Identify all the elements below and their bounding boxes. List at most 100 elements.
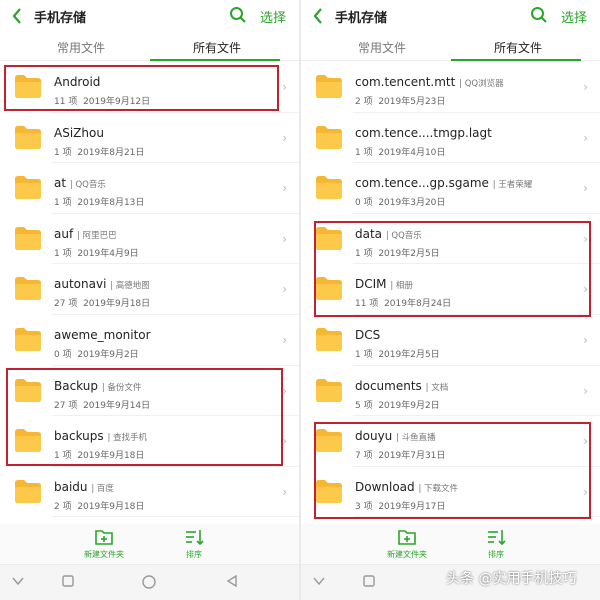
folder-row[interactable]: DCS 1 项 2019年2月5日 ›: [301, 315, 600, 366]
folder-tag: | 斗鱼直播: [396, 433, 436, 444]
tab-bar: 常用文件 所有文件: [301, 33, 600, 61]
folder-name: backups: [54, 429, 104, 444]
nav-down-icon[interactable]: [12, 575, 24, 587]
folder-row[interactable]: at | QQ音乐 1 项 2019年8月13日 ›: [0, 163, 299, 214]
folder-tag: | QQ音乐: [69, 180, 106, 191]
folder-row[interactable]: autonavi | 高德地图 27 项 2019年9月18日 ›: [0, 264, 299, 315]
folder-date: 2019年9月14日: [83, 400, 151, 411]
folder-row[interactable]: Android 11 项 2019年9月12日 ›: [0, 62, 299, 113]
chevron-right-icon: ›: [282, 181, 287, 196]
folder-row[interactable]: Backup | 备份文件 27 项 2019年9月14日 ›: [0, 366, 299, 417]
chevron-right-icon: ›: [583, 130, 588, 145]
folder-name: DCIM: [355, 277, 387, 292]
folder-icon: [15, 429, 41, 453]
folder-meta: 27 项 2019年9月14日: [54, 398, 150, 411]
folder-meta: 11 项 2019年9月12日: [54, 94, 150, 107]
folder-name: Backup: [54, 378, 98, 393]
folder-name: DCS: [355, 327, 381, 342]
chevron-right-icon: ›: [583, 332, 588, 347]
chevron-right-icon: ›: [583, 282, 588, 297]
folder-name-line: autonavi | 高德地图: [54, 277, 150, 291]
folder-date: 2019年9月2日: [378, 400, 440, 411]
folder-row[interactable]: auf | 阿里巴巴 1 项 2019年4月9日 ›: [0, 214, 299, 265]
folder-row[interactable]: backups | 查找手机 1 项 2019年9月18日 ›: [0, 416, 299, 467]
folder-date: 2019年9月18日: [77, 451, 145, 462]
folder-name-line: aweme_monitor: [54, 328, 151, 342]
folder-date: 2019年4月9日: [77, 248, 139, 259]
folder-count: 11 项: [54, 97, 78, 107]
sort-button[interactable]: 排序: [164, 528, 224, 560]
sort-label: 排序: [488, 550, 504, 559]
watermark-text: 头条 @实用手机技巧: [446, 571, 577, 587]
folder-count: 1 项: [54, 147, 72, 158]
back-arrow-icon[interactable]: [10, 6, 24, 26]
search-icon[interactable]: [229, 6, 247, 24]
folder-meta: 7 项 2019年7月31日: [355, 448, 445, 461]
folder-icon: [316, 226, 342, 250]
folder-row[interactable]: com.tence...gp.sgame | 王者荣耀 0 项 2019年3月20…: [301, 163, 600, 214]
folder-date: 2019年8月13日: [77, 198, 145, 209]
folder-date: 2019年9月18日: [77, 501, 145, 512]
new-folder-button[interactable]: 新建文件夹: [74, 528, 134, 560]
folder-row[interactable]: com.tencent.mtt | QQ浏览器 2 项 2019年5月23日 ›: [301, 62, 600, 113]
select-button[interactable]: 选择: [561, 7, 587, 26]
folder-name-line: auf | 阿里巴巴: [54, 227, 117, 241]
folder-row[interactable]: documents | 文档 5 项 2019年9月2日 ›: [301, 366, 600, 417]
nav-recents-icon[interactable]: [363, 575, 375, 587]
tab-all-files[interactable]: 所有文件: [193, 39, 241, 56]
folder-row[interactable]: Download | 下载文件 3 项 2019年9月17日 ›: [301, 467, 600, 518]
select-button[interactable]: 选择: [260, 7, 286, 26]
folder-name: com.tence....tmgp.lagt: [355, 125, 492, 140]
nav-back-icon[interactable]: [226, 575, 238, 587]
chevron-right-icon: ›: [583, 484, 588, 499]
tab-all-files[interactable]: 所有文件: [494, 39, 542, 56]
nav-down-icon[interactable]: [313, 575, 325, 587]
top-bar: 手机存储 选择: [0, 0, 299, 33]
folder-row[interactable]: DCIM | 相册 11 项 2019年8月24日 ›: [301, 264, 600, 315]
folder-row[interactable]: data | QQ音乐 1 项 2019年2月5日 ›: [301, 214, 600, 265]
back-arrow-icon[interactable]: [311, 6, 325, 26]
folder-date: 2019年7月31日: [378, 451, 446, 462]
nav-home-icon[interactable]: [142, 575, 156, 589]
folder-row[interactable]: baidu | 百度 2 项 2019年9月18日 ›: [0, 467, 299, 518]
new-folder-button[interactable]: 新建文件夹: [377, 528, 437, 560]
search-icon[interactable]: [530, 6, 548, 24]
sort-icon: [488, 530, 506, 546]
folder-name: ASiZhou: [54, 125, 104, 140]
sort-icon: [186, 530, 204, 546]
tab-common-files[interactable]: 常用文件: [358, 39, 406, 56]
sort-label: 排序: [186, 550, 202, 559]
folder-meta: 1 项 2019年2月5日: [355, 347, 440, 360]
folder-tag: | 百度: [91, 483, 114, 494]
folder-meta: 3 项 2019年9月17日: [355, 499, 445, 512]
folder-name-line: Android: [54, 75, 100, 89]
sort-button[interactable]: 排序: [466, 528, 526, 560]
folder-icon: [316, 378, 342, 402]
tab-common-files[interactable]: 常用文件: [57, 39, 105, 56]
folder-name-line: at | QQ音乐: [54, 176, 106, 190]
folder-row[interactable]: ASiZhou 1 项 2019年8月21日 ›: [0, 113, 299, 164]
folder-count: 1 项: [355, 248, 373, 259]
folder-count: 1 项: [54, 198, 72, 209]
folder-icon: [15, 378, 41, 402]
folder-date: 2019年9月12日: [83, 97, 151, 107]
folder-count: 1 项: [54, 248, 72, 259]
folder-name: autonavi: [54, 277, 107, 292]
folder-count: 11 项: [355, 299, 379, 310]
folder-row[interactable]: aweme_monitor 0 项 2019年9月2日 ›: [0, 315, 299, 366]
folder-meta: 0 项 2019年3月20日: [355, 195, 445, 208]
folder-name-line: DCIM | 相册: [355, 277, 413, 291]
folder-icon: [15, 277, 41, 301]
folder-meta: 1 项 2019年4月9日: [54, 246, 139, 259]
folder-row[interactable]: com.tence....tmgp.lagt 1 项 2019年4月10日 ›: [301, 113, 600, 164]
screenshot-composite: 手机存储 选择 常用文件 所有文件 Android 11 项 2019年9月12…: [0, 0, 600, 600]
chevron-right-icon: ›: [583, 434, 588, 449]
active-tab-indicator: [150, 59, 280, 61]
page-title: 手机存储: [335, 11, 388, 26]
folder-icon: [316, 125, 342, 149]
folder-list: com.tencent.mtt | QQ浏览器 2 项 2019年5月23日 › co…: [301, 62, 600, 518]
folder-row[interactable]: douyu | 斗鱼直播 7 项 2019年7月31日 ›: [301, 416, 600, 467]
nav-recents-icon[interactable]: [62, 575, 74, 587]
folder-name: com.tencent.mtt: [355, 75, 456, 89]
folder-name-line: baidu | 百度: [54, 480, 114, 494]
